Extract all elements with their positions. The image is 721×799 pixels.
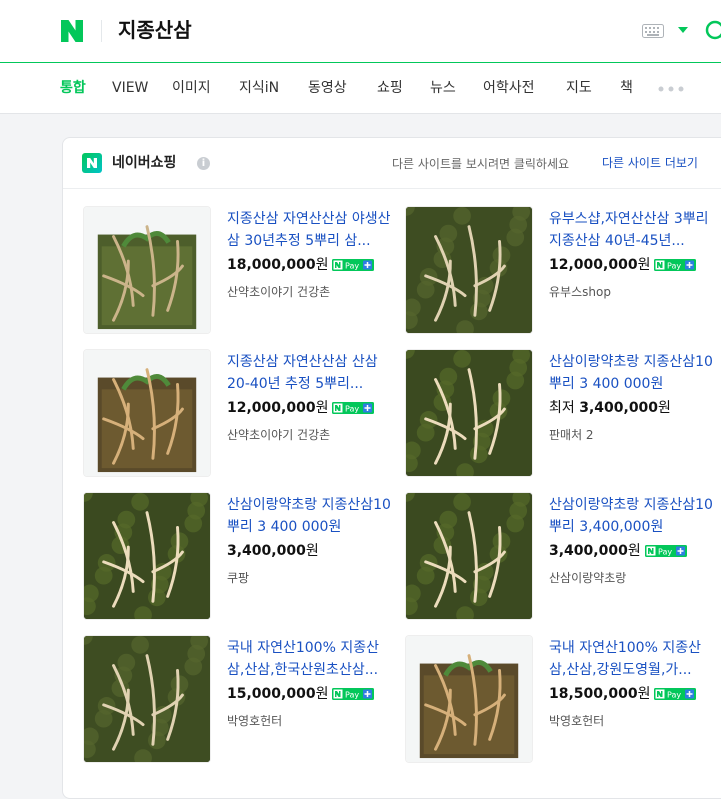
price-currency: 원 (637, 686, 651, 702)
tab-map[interactable]: 지도 (566, 79, 592, 97)
npay-icon: Pay (654, 259, 697, 271)
npay-icon: Pay (644, 545, 687, 557)
product-price: 18,500,000원 Pay (549, 685, 697, 703)
price-value: 3,400,000 (549, 543, 628, 559)
keyboard-icon[interactable] (642, 24, 664, 38)
npay-icon: Pay (332, 402, 375, 414)
price-value: 3,400,000 (579, 400, 659, 416)
price-value: 18,500,000 (549, 686, 638, 702)
other-sites-link[interactable]: 다른 사이트 더보기 (602, 155, 698, 171)
product-title[interactable]: 지종산삼 자연산산삼 야생산삼 30년추정 5뿌리 삼... (227, 208, 395, 252)
product-price: 3,400,000원 Pay (549, 542, 687, 560)
price-currency: 원 (305, 543, 319, 559)
product-seller[interactable]: 박영호헌터 (549, 713, 604, 729)
price-value: 18,000,000 (227, 257, 316, 273)
naver-logo-icon[interactable] (60, 19, 84, 43)
product-price: 최저 3,400,000원 (549, 399, 671, 417)
search-tabs: 통합 VIEW 이미지 지식iN 동영상 쇼핑 뉴스 어학사전 지도 책 (0, 63, 721, 114)
tab-books[interactable]: 책 (620, 79, 633, 97)
product-title[interactable]: 국내 자연산100% 지종산삼,산삼,강원도영월,가... (549, 637, 717, 681)
info-icon[interactable]: i (197, 157, 210, 170)
product-seller[interactable]: 산약초이야기 건강촌 (227, 284, 330, 300)
product-title[interactable]: 산삼이랑약초랑 지종산삼10뿌리 3 400 000원 (227, 494, 395, 538)
product-seller[interactable]: 판매처 2 (549, 427, 594, 443)
price-currency: 원 (658, 400, 671, 416)
price-value: 12,000,000 (227, 400, 316, 416)
more-dots-icon[interactable] (658, 86, 684, 92)
product-title[interactable]: 유부스샵,자연산산삼 3뿌리 지종산삼 40년-45년... (549, 208, 717, 252)
product-price: 12,000,000원 Pay (227, 399, 375, 417)
price-currency: 원 (627, 543, 641, 559)
tab-all[interactable]: 통합 (60, 79, 86, 97)
product-seller[interactable]: 산약초이야기 건강촌 (227, 427, 330, 443)
lowest-label: 최저 (549, 400, 575, 416)
tab-kin[interactable]: 지식iN (239, 79, 279, 97)
npay-label: Pay (667, 261, 681, 270)
price-currency: 원 (315, 686, 329, 702)
tab-images[interactable]: 이미지 (172, 79, 211, 97)
tab-dictionary[interactable]: 어학사전 (483, 79, 535, 97)
search-header: 지종산삼 (0, 0, 721, 63)
product-price: 15,000,000원 Pay (227, 685, 375, 703)
npay-label: Pay (345, 690, 359, 699)
product-title[interactable]: 지종산삼 자연산산삼 산삼 20-40년 추정 5뿌리... (227, 351, 395, 395)
product-seller[interactable]: 박영호헌터 (227, 713, 282, 729)
product-seller[interactable]: 산삼이랑약초랑 (549, 570, 626, 586)
product-thumbnail[interactable] (83, 349, 211, 477)
search-query[interactable]: 지종산삼 (118, 16, 192, 44)
price-value: 3,400,000 (227, 543, 306, 559)
chevron-down-icon[interactable] (678, 27, 688, 33)
price-currency: 원 (315, 400, 329, 416)
panel-divider (63, 188, 721, 189)
product-price: 3,400,000원 (227, 542, 319, 560)
tab-video[interactable]: 동영상 (308, 79, 347, 97)
price-value: 12,000,000 (549, 257, 638, 273)
product-seller[interactable]: 유부스shop (549, 284, 611, 300)
npay-label: Pay (345, 261, 359, 270)
product-title[interactable]: 국내 자연산100% 지종산삼,산삼,한국산원초산삼... (227, 637, 395, 681)
header-divider (101, 20, 102, 42)
npay-icon: Pay (332, 688, 375, 700)
product-thumbnail[interactable] (83, 206, 211, 334)
product-price: 18,000,000원 Pay (227, 256, 375, 274)
other-sites-hint: 다른 사이트를 보시려면 클릭하세요 (392, 157, 570, 171)
product-price: 12,000,000원 Pay (549, 256, 697, 274)
npay-icon: Pay (654, 688, 697, 700)
product-thumbnail[interactable] (83, 492, 211, 620)
npay-icon: Pay (332, 259, 375, 271)
product-title[interactable]: 산삼이랑약초랑 지종산삼10뿌리 3,400,000원 (549, 494, 717, 538)
npay-label: Pay (658, 547, 672, 556)
product-title[interactable]: 산삼이랑약초랑 지종산삼10뿌리 3 400 000원 (549, 351, 717, 395)
product-thumbnail[interactable] (405, 635, 533, 763)
npay-label: Pay (667, 690, 681, 699)
tab-view[interactable]: VIEW (112, 79, 148, 97)
npay-label: Pay (345, 404, 359, 413)
product-seller[interactable]: 쿠팡 (227, 570, 249, 586)
tab-shopping[interactable]: 쇼핑 (377, 79, 403, 97)
search-icon[interactable] (704, 19, 721, 43)
price-currency: 원 (315, 257, 329, 273)
product-thumbnail[interactable] (405, 206, 533, 334)
tab-news[interactable]: 뉴스 (430, 79, 456, 97)
product-thumbnail[interactable] (83, 635, 211, 763)
naver-shopping-logo-icon (82, 153, 102, 173)
shopping-section-title: 네이버쇼핑 (112, 155, 177, 171)
product-thumbnail[interactable] (405, 492, 533, 620)
price-value: 15,000,000 (227, 686, 316, 702)
product-thumbnail[interactable] (405, 349, 533, 477)
price-currency: 원 (637, 257, 651, 273)
